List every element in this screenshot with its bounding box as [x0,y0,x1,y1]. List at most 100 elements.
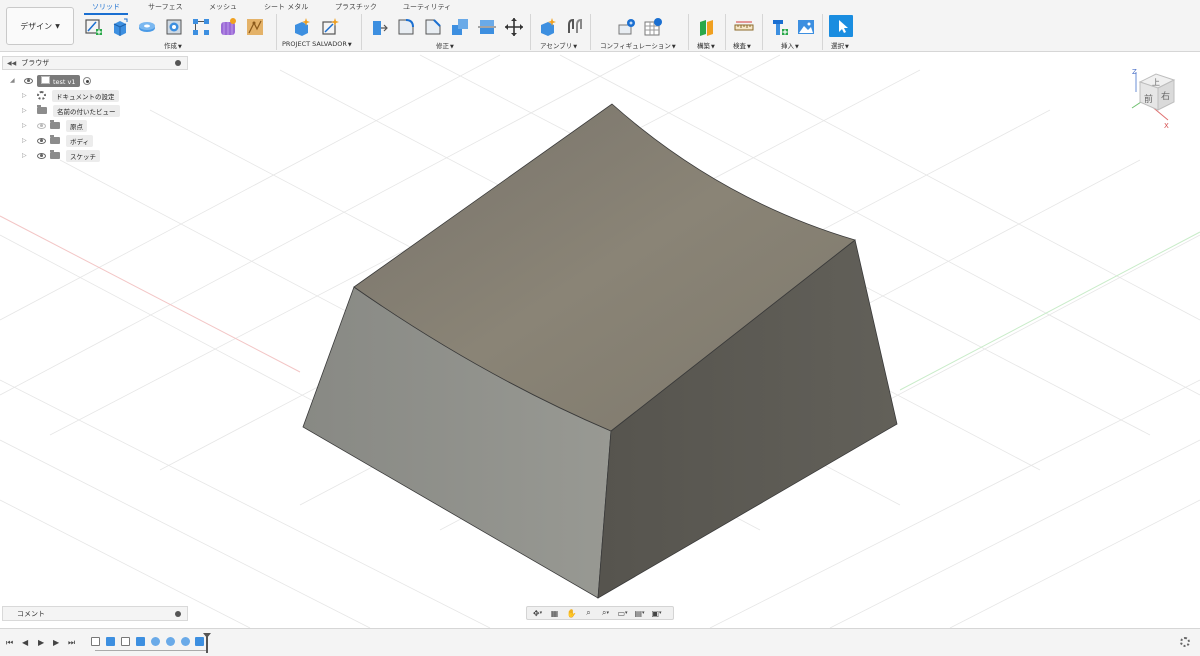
extrude-icon[interactable] [110,17,130,37]
tab-solid[interactable]: ソリッド [92,2,120,12]
orbit-icon[interactable]: ✥ ▾ [530,608,545,618]
timeline-revolve-icon[interactable] [166,637,175,646]
move-copy-icon[interactable] [504,17,524,37]
viewcube-axis-x: X [1164,122,1169,130]
browser-item-origin[interactable]: ▷ 原点 [22,119,87,132]
look-at-icon[interactable]: ▦ [547,608,562,618]
insert-canvas-icon[interactable] [796,17,816,37]
new-component-icon[interactable] [538,17,558,37]
expand-triangle-icon[interactable]: ▷ [22,152,30,159]
collapse-triangle-icon[interactable]: ◢ [10,77,18,84]
modify-menu[interactable]: 修正▼ [436,40,454,50]
combine-icon[interactable] [450,17,470,37]
assemble-menu[interactable]: アセンブリ▼ [540,40,577,50]
visibility-eye-icon[interactable] [24,77,33,84]
press-pull-icon[interactable] [370,17,390,37]
expand-triangle-icon[interactable]: ▷ [22,122,30,129]
expand-triangle-icon[interactable]: ▷ [22,137,30,144]
timeline-sketch-icon[interactable] [91,637,100,646]
browser-panel-header[interactable]: ◀◀ ブラウザ [2,56,188,70]
timeline-marker[interactable] [203,633,211,653]
insert-menu[interactable]: 挿入▼ [781,40,799,50]
inspect-menu[interactable]: 検査▼ [733,40,751,50]
measure-icon[interactable] [734,17,754,37]
fillet-icon[interactable] [396,17,416,37]
visibility-eye-icon[interactable] [37,137,46,144]
construct-menu[interactable]: 構築▼ [697,40,715,50]
revolve-icon[interactable] [137,17,157,37]
grid-snaps-icon[interactable]: ▤ ▾ [632,608,647,618]
play-icon[interactable]: ▶ [38,638,44,647]
configuration-menu[interactable]: コンフィギュレーション▼ [600,40,676,50]
visibility-eye-icon[interactable] [37,152,46,159]
viewcube-face-front[interactable]: 前 [1144,93,1153,105]
zoom-icon[interactable]: ⌕ [581,608,596,618]
folder-icon [50,135,60,144]
step-back-icon[interactable]: ◀ [22,638,28,647]
browser-item-sketches[interactable]: ▷ スケッチ [22,149,100,162]
go-to-end-icon[interactable]: ⏭ [68,638,75,648]
collapse-panel-icon[interactable]: ◀◀ [7,60,16,67]
chevron-down-icon: ▼ [845,44,849,50]
step-forward-icon[interactable]: ▶ [53,638,59,647]
timeline-extrude-icon[interactable] [136,637,145,646]
timeline-settings-gear-icon[interactable] [1180,637,1190,647]
viewcube-face-top[interactable]: 上 [1152,78,1160,87]
expand-triangle-icon[interactable]: ▷ [22,92,30,99]
timeline-extrude-icon[interactable] [106,637,115,646]
configuration-table-icon[interactable] [643,17,663,37]
toolbar-separator [530,14,531,50]
insert-derive-icon[interactable] [770,17,790,37]
workspace-switcher-button[interactable]: デザイン ▼ [6,7,74,45]
browser-item-document-settings[interactable]: ▷ ドキュメントの設定 [22,89,119,102]
chevron-down-icon: ▼ [711,44,715,50]
comments-panel-header[interactable]: コメント [2,606,188,621]
display-settings-icon[interactable]: ▭ ▾ [615,608,630,618]
browser-item-named-views[interactable]: ▷ 名前の付いたビュー [22,104,120,117]
create-menu[interactable]: 作成▼ [164,40,182,50]
joint-icon[interactable] [565,17,585,37]
generative-design-icon[interactable] [245,17,265,37]
visibility-eye-icon[interactable] [37,122,46,129]
configure-icon[interactable] [617,17,637,37]
viewports-icon[interactable]: ▣ ▾ [649,608,664,618]
panel-pin-icon[interactable] [175,611,181,617]
chamfer-icon[interactable] [423,17,443,37]
go-to-start-icon[interactable]: ⏮ [6,638,13,648]
toolbar-separator [276,14,277,50]
browser-item-label: 名前の付いたビュー [53,104,120,117]
salvador-create-icon[interactable] [292,17,312,37]
browser-root-node[interactable]: ◢ test v1 [10,74,91,87]
fit-zoom-icon[interactable]: ⌕ ▾ [598,608,613,618]
viewcube-face-right[interactable]: 右 [1161,90,1170,102]
form-icon[interactable] [218,17,238,37]
timeline-revolve-icon[interactable] [151,637,160,646]
timeline-sketch-icon[interactable] [121,637,130,646]
expand-triangle-icon[interactable]: ▷ [22,107,30,114]
toolbar: デザイン ▼ ソリッド サーフェス メッシュ シート メタル プラスチック ユーテ… [0,0,1200,52]
tab-surface[interactable]: サーフェス [148,2,183,12]
tab-mesh[interactable]: メッシュ [209,2,237,12]
panel-pin-icon[interactable] [175,60,181,66]
timeline-revolve-icon[interactable] [181,637,190,646]
keycap-body[interactable] [302,103,898,599]
tab-sheet-metal[interactable]: シート メタル [264,2,308,12]
project-salvador-menu[interactable]: PROJECT SALVADOR▼ [282,40,352,48]
hole-icon[interactable] [164,17,184,37]
browser-item-bodies[interactable]: ▷ ボディ [22,134,94,147]
split-body-icon[interactable] [477,17,497,37]
select-tool-button[interactable] [829,15,853,37]
salvador-sketch-icon[interactable] [320,17,340,37]
select-menu[interactable]: 選択▼ [831,40,849,50]
viewcube[interactable]: Z X 上 前 右 [1128,66,1184,130]
tab-plastic[interactable]: プラスチック [335,2,377,12]
pattern-icon[interactable] [191,17,211,37]
offset-plane-icon[interactable] [697,17,717,37]
tab-utilities[interactable]: ユーティリティ [403,2,451,12]
create-sketch-icon[interactable] [84,17,104,37]
activate-radio-icon[interactable] [82,76,91,85]
canvas-viewport[interactable] [0,53,1200,628]
root-component-label[interactable]: test v1 [37,74,80,87]
pan-hand-icon[interactable]: ✋ [564,608,579,618]
timeline-split-icon[interactable] [195,637,204,646]
